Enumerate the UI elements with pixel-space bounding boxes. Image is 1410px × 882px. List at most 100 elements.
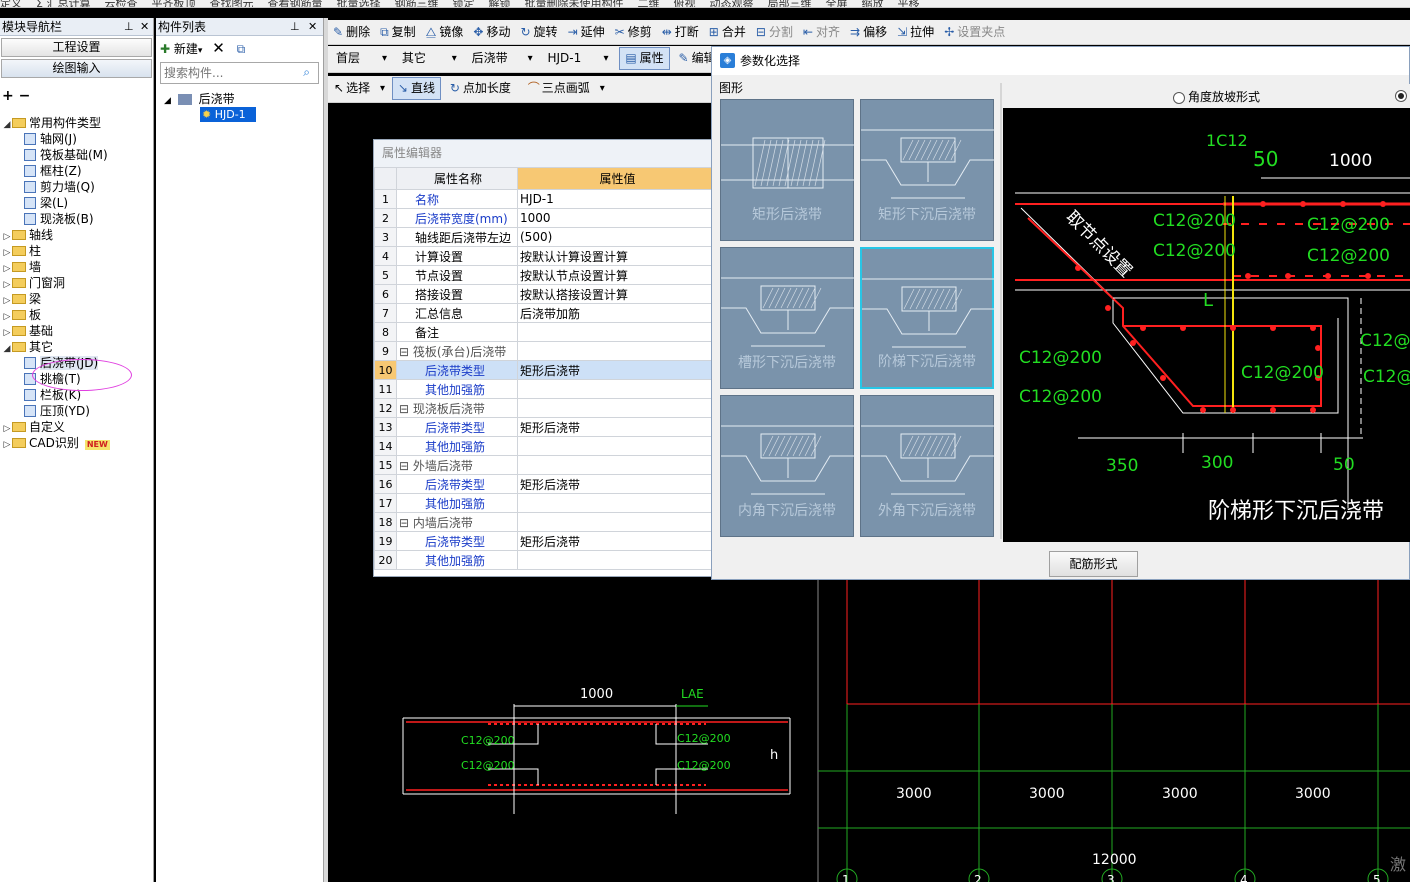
property-row[interactable]: 6 搭接设置 按默认搭接设置计算	[374, 284, 716, 304]
toolbar-button[interactable]: ⧋ 镜像	[421, 20, 469, 45]
nav-tree-item[interactable]: ◢ 其它	[0, 339, 152, 355]
property-value[interactable]: 按默认节点设置计算	[517, 265, 716, 285]
property-row[interactable]: 11 其他加强筋	[374, 379, 716, 399]
other-form-radio[interactable]	[1395, 88, 1410, 102]
toolbar-button[interactable]: ✥ 移动	[468, 20, 515, 45]
group-collapse-icon[interactable]: ⊟	[399, 459, 413, 473]
top-toolbar-item[interactable]: 锁定	[452, 0, 474, 7]
toolbar-button[interactable]: ⧉ 复制	[375, 20, 421, 45]
attribute-button[interactable]: ▤ 属性	[619, 47, 670, 70]
angle-slope-radio[interactable]: 角度放坡形式	[1173, 88, 1260, 105]
top-toolbar-item[interactable]: 俯视	[673, 0, 695, 7]
search-input[interactable]	[161, 63, 281, 83]
property-value[interactable]: 按默认计算设置计算	[517, 246, 716, 266]
top-toolbar-item[interactable]: 批量删除未使用构件	[524, 0, 623, 7]
top-toolbar-item[interactable]: Σ 汇总计算	[36, 0, 90, 7]
select-tool[interactable]: ↖ 选择	[328, 76, 388, 101]
property-value[interactable]: 1000	[517, 208, 716, 228]
property-value[interactable]: 矩形后浇带	[517, 474, 716, 494]
property-value[interactable]	[517, 379, 716, 399]
top-toolbar-item[interactable]: 钢筋三维	[394, 0, 438, 7]
shape-tile[interactable]: 槽形下沉后浇带	[720, 247, 855, 389]
property-value[interactable]	[517, 322, 716, 342]
toolbar-button[interactable]: ⇥ 延伸	[563, 20, 610, 45]
top-toolbar-item[interactable]: 批量选择	[336, 0, 380, 7]
property-row[interactable]: 18 ⊟ 内墙后浇带	[374, 512, 716, 532]
project-settings-button[interactable]: 工程设置	[1, 38, 152, 57]
nav-tree-item[interactable]: 框柱(Z)	[0, 163, 152, 179]
shape-tile[interactable]: 矩形下沉后浇带	[860, 99, 995, 241]
nav-tree-item[interactable]: ◢ 常用构件类型	[0, 115, 152, 131]
component-tree-root[interactable]: ◢ 后浇带	[164, 90, 235, 107]
top-toolbar-item[interactable]: 查找图元	[209, 0, 253, 7]
toolbar-button[interactable]: ⊟ 分割	[751, 20, 798, 45]
nav-tree-item[interactable]: ▷ 自定义	[0, 419, 152, 435]
category-select[interactable]: 其它	[394, 46, 460, 71]
nav-tree-item[interactable]: 筏板基础(M)	[0, 147, 152, 163]
property-value[interactable]	[517, 493, 716, 513]
toolbar-button[interactable]: ⇹ 打断	[657, 20, 704, 45]
property-row[interactable]: 20 其他加强筋	[374, 550, 716, 570]
toolbar-button[interactable]: ⇲ 拉伸	[892, 20, 939, 45]
nav-tree-item[interactable]: 压顶(YD)	[0, 403, 152, 419]
shape-tile[interactable]: 矩形后浇带	[720, 99, 855, 241]
top-toolbar-item[interactable]: 缩放	[861, 0, 883, 7]
component-type-select[interactable]: 后浇带	[464, 46, 536, 71]
nav-tree-item[interactable]: ▷ 基础	[0, 323, 152, 339]
drawing-input-button[interactable]: 绘图输入	[1, 59, 152, 78]
toolbar-button[interactable]: ⊞ 合并	[704, 20, 751, 45]
shape-tile[interactable]: 内角下沉后浇带	[720, 395, 855, 537]
group-collapse-icon[interactable]: ⊟	[399, 516, 413, 530]
component-item-hjd1[interactable]: ✹ HJD-1	[200, 107, 256, 122]
toolbar-button[interactable]: ⇉ 偏移	[845, 20, 892, 45]
toolbar-button[interactable]: ✎ 删除	[328, 20, 375, 45]
property-value[interactable]: 矩形后浇带	[517, 360, 716, 380]
close-icon[interactable]: ✕	[140, 18, 149, 36]
pin-icon[interactable]: ⊥	[290, 18, 300, 36]
delete-icon[interactable]: ✕	[212, 39, 225, 57]
property-row[interactable]: 7 汇总信息 后浇带加筋	[374, 303, 716, 323]
property-row[interactable]: 10 后浇带类型 矩形后浇带	[374, 360, 716, 380]
top-toolbar-item[interactable]: 平移	[897, 0, 919, 7]
nav-tree-item[interactable]: ▷ 轴线	[0, 227, 152, 243]
nav-tree-item[interactable]: ▷ 柱	[0, 243, 152, 259]
property-row[interactable]: 16 后浇带类型 矩形后浇带	[374, 474, 716, 494]
floor-select[interactable]: 首层	[328, 46, 390, 71]
property-value[interactable]: HJD-1	[517, 189, 716, 209]
property-value[interactable]: 矩形后浇带	[517, 531, 716, 551]
shape-tile[interactable]: 阶梯下沉后浇带	[860, 247, 996, 389]
property-value[interactable]	[517, 341, 716, 361]
property-row[interactable]: 13 后浇带类型 矩形后浇带	[374, 417, 716, 437]
property-value[interactable]: 按默认搭接设置计算	[517, 284, 716, 304]
rebar-form-button[interactable]: 配筋形式	[1049, 551, 1138, 577]
search-icon[interactable]: ⌕	[303, 65, 310, 80]
toolbar-button[interactable]: ✢ 设置夹点	[939, 20, 1010, 45]
nav-tree-item[interactable]: ▷ CAD识别 NEW	[0, 435, 152, 451]
property-row[interactable]: 12 ⊟ 现浇板后浇带	[374, 398, 716, 418]
top-toolbar-item[interactable]: 云检查	[104, 0, 137, 7]
top-toolbar-item[interactable]: 二维	[637, 0, 659, 7]
property-row[interactable]: 1 名称 HJD-1	[374, 189, 716, 209]
property-value[interactable]: 矩形后浇带	[517, 417, 716, 437]
copy-icon[interactable]: ⧉	[237, 42, 246, 56]
property-row[interactable]: 17 其他加强筋	[374, 493, 716, 513]
top-toolbar-item[interactable]: 平齐板顶	[151, 0, 195, 7]
nav-tree-item[interactable]: 剪力墙(Q)	[0, 179, 152, 195]
nav-tree-item[interactable]: 轴网(J)	[0, 131, 152, 147]
top-toolbar-item[interactable]: 全屏	[825, 0, 847, 7]
property-row[interactable]: 15 ⊟ 外墙后浇带	[374, 455, 716, 475]
property-row[interactable]: 2 后浇带宽度(mm) 1000	[374, 208, 716, 228]
top-toolbar-item[interactable]: 解锁	[488, 0, 510, 7]
shape-tile[interactable]: 外角下沉后浇带	[860, 395, 995, 537]
nav-tree-item[interactable]: ▷ 板	[0, 307, 152, 323]
property-row[interactable]: 19 后浇带类型 矩形后浇带	[374, 531, 716, 551]
nav-tree-item[interactable]: ▷ 墙	[0, 259, 152, 275]
pin-icon[interactable]: ⊥	[124, 18, 134, 36]
group-collapse-icon[interactable]: ⊟	[399, 345, 413, 359]
tree-toggle-icon[interactable]: ▷	[2, 437, 12, 453]
property-row[interactable]: 8 备注	[374, 322, 716, 342]
top-toolbar-item[interactable]: 动态观察	[709, 0, 753, 7]
arc-tool[interactable]: ⌒ 三点画弧	[520, 76, 608, 101]
nav-tree-item[interactable]: ▷ 门窗洞	[0, 275, 152, 291]
line-tool[interactable]: ↘ 直线	[391, 77, 441, 100]
